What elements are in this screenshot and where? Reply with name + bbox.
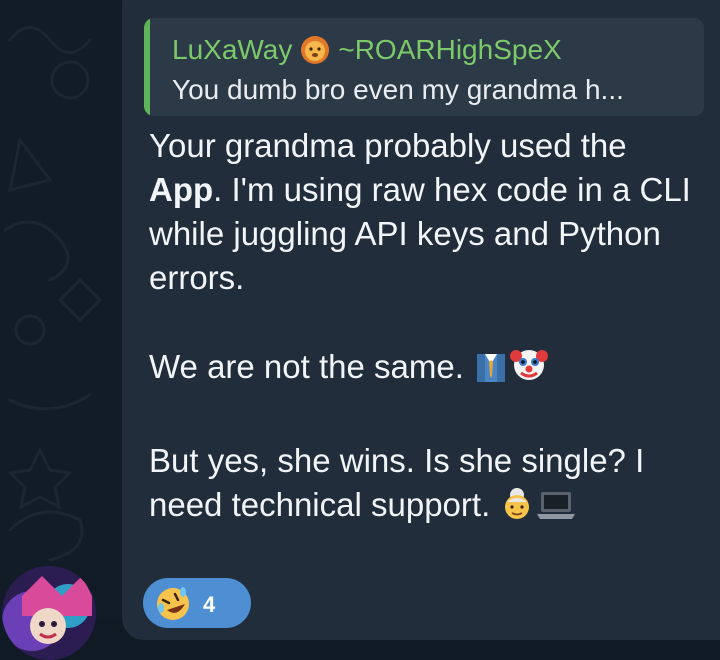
message-paragraph-3: But yes, she wins. Is she single? I need… bbox=[149, 439, 709, 533]
reaction-chip[interactable]: 4 bbox=[143, 578, 251, 628]
wallpaper-doodles bbox=[3, 26, 103, 562]
reply-accent-bar bbox=[144, 18, 150, 116]
clown-face-icon bbox=[509, 344, 549, 395]
old-woman-icon bbox=[499, 486, 535, 533]
rolling-on-floor-laughing-icon bbox=[155, 586, 191, 622]
laptop-icon bbox=[535, 486, 577, 533]
message-body: Your grandma probably used the App. I'm … bbox=[149, 124, 709, 533]
message-paragraph-2: We are not the same. bbox=[149, 344, 709, 395]
reply-author-name[interactable]: LuXaWay bbox=[172, 32, 292, 68]
reply-author-suffix[interactable]: ~ROARHighSpeX bbox=[338, 32, 561, 68]
avatar[interactable] bbox=[2, 566, 96, 660]
message-text-part: We are not the same. bbox=[149, 348, 464, 385]
reaction-count: 4 bbox=[203, 592, 216, 617]
reply-author[interactable]: LuXaWay ~ROARHighSpeX bbox=[172, 32, 562, 68]
message-text-part: Your grandma probably used the bbox=[149, 127, 627, 164]
man-in-suit-icon bbox=[473, 348, 509, 395]
message-bold-word: App bbox=[149, 171, 214, 208]
lion-face-icon bbox=[300, 35, 330, 65]
reply-preview-text: You dumb bro even my grandma h... bbox=[172, 74, 624, 105]
message-text-part: . I'm using raw hex code in a CLI while … bbox=[149, 171, 691, 296]
message-paragraph-1: Your grandma probably used the App. I'm … bbox=[149, 124, 709, 300]
reply-quote[interactable]: LuXaWay ~ROARHighSpeX You dumb bro even … bbox=[144, 18, 704, 116]
